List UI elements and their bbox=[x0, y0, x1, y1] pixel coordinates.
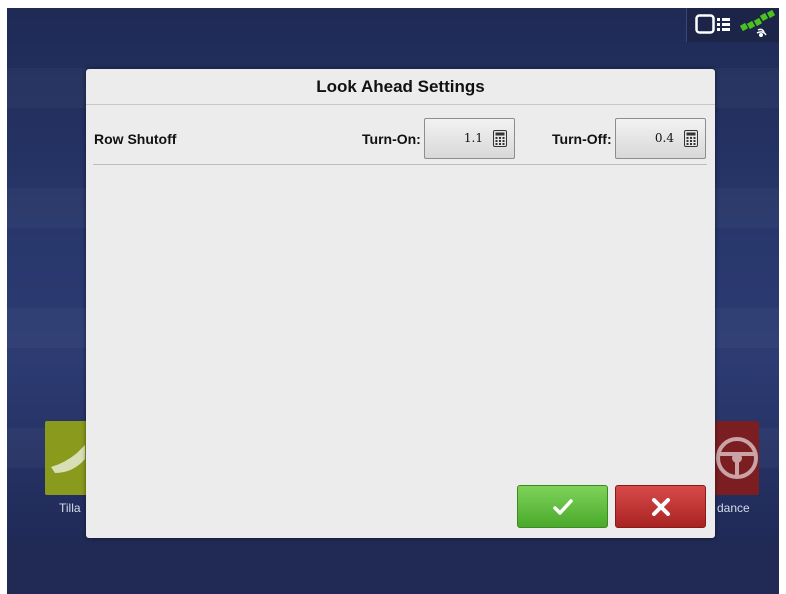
turn-off-label: Turn-Off: bbox=[552, 131, 612, 147]
guidance-tile-label: dance bbox=[717, 501, 750, 515]
ok-button[interactable] bbox=[517, 485, 608, 528]
turn-on-label: Turn-On: bbox=[362, 131, 421, 147]
display-icon[interactable] bbox=[695, 13, 731, 37]
tillage-tile[interactable] bbox=[45, 421, 89, 495]
x-icon bbox=[652, 498, 670, 516]
look-ahead-settings-dialog: Look Ahead Settings Row Shutoff Turn-On:… bbox=[86, 69, 715, 538]
bottom-bar bbox=[7, 538, 779, 594]
title-divider bbox=[86, 104, 715, 105]
calculator-icon[interactable] bbox=[684, 130, 698, 147]
calculator-icon[interactable] bbox=[493, 130, 507, 147]
row-divider bbox=[93, 164, 707, 165]
tillage-tile-label: Tilla bbox=[59, 501, 81, 515]
turn-on-value: 1.1 bbox=[463, 131, 483, 145]
cancel-button[interactable] bbox=[615, 485, 706, 528]
turn-off-value: 0.4 bbox=[654, 131, 674, 145]
turn-on-input[interactable]: 1.1 bbox=[424, 118, 515, 159]
guidance-tile[interactable] bbox=[715, 421, 759, 495]
turn-off-input[interactable]: 0.4 bbox=[615, 118, 706, 159]
steering-wheel-icon bbox=[716, 437, 758, 479]
row-shutoff-label: Row Shutoff bbox=[94, 131, 177, 147]
dialog-title: Look Ahead Settings bbox=[316, 77, 485, 96]
status-icons bbox=[686, 8, 779, 42]
home-screen: Tilla dance Look Ahead Settings Row Shut… bbox=[7, 8, 779, 594]
check-icon bbox=[553, 499, 573, 515]
gps-icon[interactable] bbox=[739, 10, 775, 40]
tillage-icon bbox=[51, 445, 85, 473]
